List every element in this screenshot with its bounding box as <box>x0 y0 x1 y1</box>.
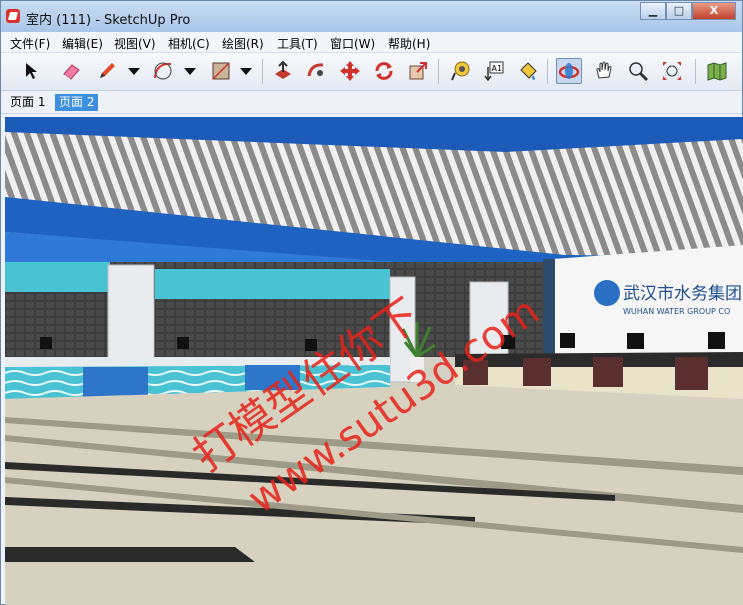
viewport-scene: 武汉市水务集团 WUHAN WATER GROUP CO 打模型住你下 www.… <box>5 117 743 605</box>
sign-subtext: WUHAN WATER GROUP CO <box>623 307 730 316</box>
floor-stripe <box>5 547 255 562</box>
scene-tabs-bar: 页面 1 页面 2 <box>1 91 742 114</box>
maximize-button[interactable]: □ <box>666 2 692 20</box>
select-icon[interactable] <box>18 58 44 84</box>
chair <box>593 357 623 387</box>
wall-banner <box>155 269 390 299</box>
menu-edit[interactable]: 编辑(E) <box>62 35 103 52</box>
zoom-icon[interactable] <box>625 58 651 84</box>
model-viewport[interactable]: 武汉市水务集团 WUHAN WATER GROUP CO 打模型住你下 www.… <box>5 117 743 605</box>
menu-draw[interactable]: 绘图(R) <box>222 35 264 52</box>
tape-measure-icon[interactable] <box>448 58 474 84</box>
map-icon[interactable] <box>704 58 730 84</box>
menu-help[interactable]: 帮助(H) <box>388 35 430 52</box>
toolbar-separator <box>438 59 439 84</box>
eraser-icon[interactable] <box>58 58 84 84</box>
push-pull-icon[interactable] <box>270 58 296 84</box>
menu-tools[interactable]: 工具(T) <box>277 35 318 52</box>
move-icon[interactable] <box>337 58 363 84</box>
column <box>107 264 155 361</box>
rotate-icon[interactable] <box>371 58 397 84</box>
wall-pillar <box>543 259 555 359</box>
scale-icon[interactable] <box>405 58 431 84</box>
menu-file[interactable]: 文件(F) <box>10 35 50 52</box>
monitor <box>40 337 52 349</box>
scene-tab-2[interactable]: 页面 2 <box>55 94 99 111</box>
pencil-dropdown[interactable] <box>128 68 140 75</box>
monitor <box>708 332 725 349</box>
monitor <box>627 333 644 349</box>
rectangle-icon[interactable] <box>208 58 234 84</box>
arc-icon[interactable] <box>150 58 176 84</box>
wall-banner <box>5 262 110 292</box>
chair <box>523 358 551 386</box>
scene-tab-1[interactable]: 页面 1 <box>6 94 49 111</box>
toolbar-separator <box>262 59 263 84</box>
pan-icon[interactable] <box>591 58 617 84</box>
toolbar-separator <box>547 59 548 84</box>
svg-text:A1: A1 <box>492 64 503 73</box>
arc-dropdown[interactable] <box>184 68 196 75</box>
group-logo-icon <box>594 280 620 306</box>
sign-text: 武汉市水务集团 <box>623 284 742 304</box>
title-bar[interactable]: 室内 (111) - SketchUp Pro ▁ □ X <box>1 1 742 33</box>
orbit-icon[interactable] <box>556 58 582 84</box>
monitor <box>560 333 575 348</box>
shape-dropdown[interactable] <box>240 68 252 75</box>
minimize-button[interactable]: ▁ <box>640 2 666 20</box>
pencil-icon[interactable] <box>94 58 120 84</box>
chair <box>675 357 708 390</box>
close-button[interactable]: X <box>692 2 736 20</box>
main-toolbar: A1 <box>1 53 742 91</box>
sketchup-window: 室内 (111) - SketchUp Pro ▁ □ X 文件(F) 编辑(E… <box>0 0 743 605</box>
menu-window[interactable]: 窗口(W) <box>330 35 375 52</box>
sketchup-logo-icon <box>6 9 20 23</box>
zoom-extents-icon[interactable] <box>659 58 685 84</box>
toolbar-separator <box>695 59 696 84</box>
counter-panel <box>83 367 148 397</box>
menu-view[interactable]: 视图(V) <box>114 35 156 52</box>
text-icon[interactable]: A1 <box>481 58 507 84</box>
menu-camera[interactable]: 相机(C) <box>168 35 210 52</box>
paint-bucket-icon[interactable] <box>515 58 541 84</box>
window-title: 室内 (111) - SketchUp Pro <box>26 13 191 28</box>
window-controls: ▁ □ X <box>640 2 736 20</box>
monitor <box>177 337 189 349</box>
follow-me-icon[interactable] <box>303 58 329 84</box>
menu-bar: 文件(F) 编辑(E) 视图(V) 相机(C) 绘图(R) 工具(T) 窗口(W… <box>1 32 742 53</box>
